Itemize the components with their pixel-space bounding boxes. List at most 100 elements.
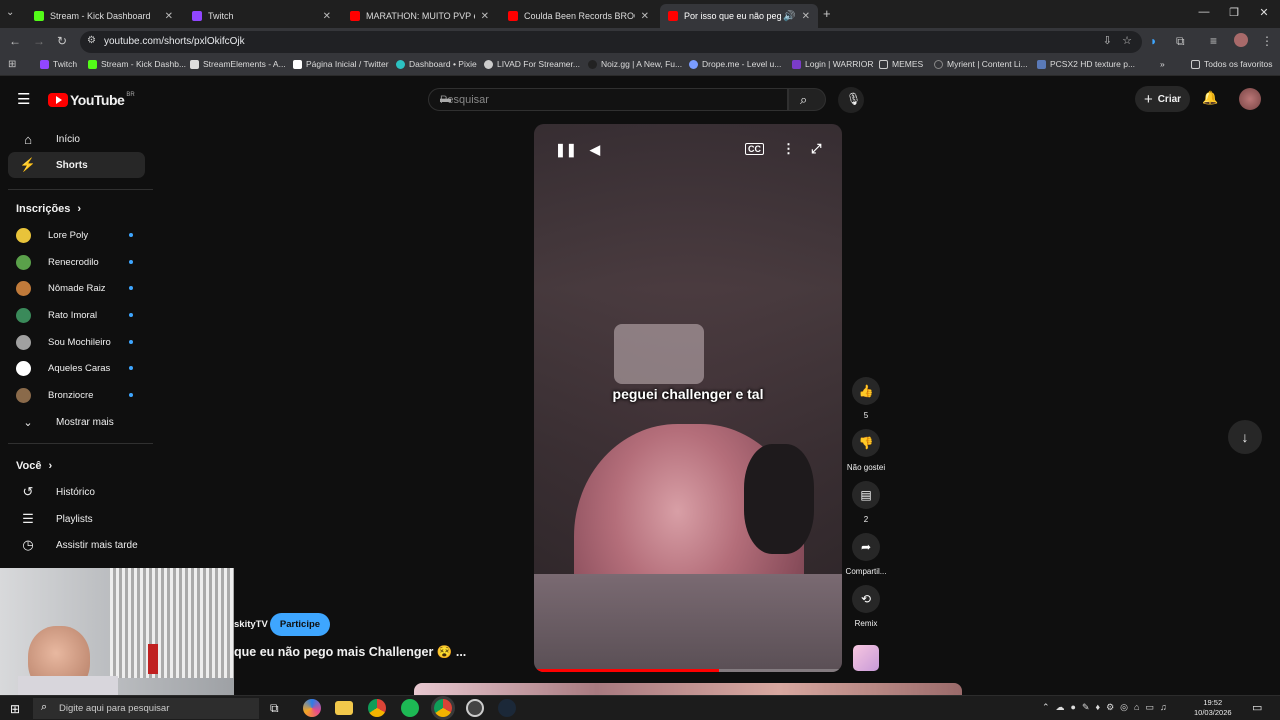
install-icon[interactable]: ⇩ <box>1103 34 1112 47</box>
voice-search-button[interactable]: 🎙 <box>838 87 864 113</box>
bookmark-item[interactable]: Dashboard • Pixie <box>396 59 477 69</box>
subscriptions-heading[interactable]: Inscrições › <box>16 203 81 215</box>
keyboard-icon[interactable]: ▬ <box>440 93 779 105</box>
bookmark-item[interactable]: StreamElements - A... <box>190 59 286 69</box>
profile-avatar[interactable] <box>1234 33 1248 47</box>
bookmark-item[interactable]: LIVAD For Streamer... <box>484 59 580 69</box>
search-input[interactable]: Pesquisar ▬ <box>428 88 788 111</box>
sidebar-item-channel[interactable]: Sou Mochileiro <box>8 329 145 355</box>
comments-button[interactable]: ▤ 2 <box>848 481 884 524</box>
tab-coulda-been[interactable]: Coulda Been Records BROOKLY ✕ <box>500 4 657 28</box>
close-icon[interactable]: ✕ <box>323 11 331 22</box>
short-video-player[interactable]: peguei challenger e tal ❚❚ ◀ CC ⋮ ⤢ <box>534 124 842 672</box>
sidebar-item-channel[interactable]: Bronziocre <box>8 382 145 408</box>
remix-button[interactable]: ⟲ Remix <box>848 585 884 628</box>
sidebar-item-channel[interactable]: Aqueles Caras <box>8 355 145 381</box>
copilot-icon[interactable] <box>303 699 321 717</box>
like-button[interactable]: 👍 5 <box>848 377 884 420</box>
bookmark-item[interactable]: Myrient | Content Li... <box>934 59 1028 69</box>
youtube-logo[interactable]: YouTube BR <box>48 92 135 108</box>
file-explorer-icon[interactable] <box>335 701 353 715</box>
obs-icon[interactable] <box>466 699 484 717</box>
bookmark-item[interactable]: Stream - Kick Dashb... <box>88 59 186 69</box>
dislike-button[interactable]: 👎 Não gostei <box>847 429 885 472</box>
task-view-icon[interactable]: ⧉ <box>270 701 279 716</box>
sound-thumbnail[interactable] <box>853 645 879 671</box>
sidebar-item-history[interactable]: ↺ Histórico <box>8 479 145 505</box>
steam-icon[interactable] <box>498 699 516 717</box>
restore-icon[interactable]: ❐ <box>1219 6 1249 19</box>
new-tab-icon[interactable]: + <box>823 6 831 21</box>
pause-icon[interactable]: ❚❚ <box>555 142 577 158</box>
close-icon[interactable]: ✕ <box>802 11 810 22</box>
bookmark-star-icon[interactable]: ☆ <box>1122 34 1132 47</box>
reload-icon[interactable]: ↻ <box>57 34 67 48</box>
window-close-icon[interactable]: ✕ <box>1249 6 1279 19</box>
video-progress-bar[interactable] <box>534 669 842 672</box>
extensions-puzzle-icon[interactable]: ⧉ <box>1176 34 1185 49</box>
hamburger-menu-icon[interactable]: ☰ <box>17 90 30 108</box>
tab-active-short[interactable]: Por isso que eu não pego m 🔊 ✕ <box>660 4 818 28</box>
sidebar-item-home[interactable]: ⌂ Início <box>8 126 145 152</box>
address-bar[interactable]: ⚙ youtube.com/shorts/pxlOkifcOjk ⇩ ☆ <box>80 31 1142 53</box>
forward-icon[interactable]: → <box>33 34 45 48</box>
system-tray-icons[interactable]: ⌃☁●✎♦⚙◎⌂▭♫ <box>1042 702 1173 713</box>
bookmark-item[interactable]: PCSX2 HD texture p... <box>1037 59 1135 69</box>
create-button[interactable]: + Criar <box>1135 86 1190 112</box>
short-title[interactable]: que eu não pego mais Challenger 😵 ... <box>234 645 466 660</box>
bookmark-item[interactable]: Página Inicial / Twitter <box>293 59 389 69</box>
taskbar-clock[interactable]: 19:52 10/03/2026 <box>1194 698 1232 718</box>
all-bookmarks[interactable]: Todos os favoritos <box>1191 59 1273 69</box>
new-content-dot <box>129 233 133 237</box>
apps-grid-icon[interactable]: ⊞ <box>8 59 16 70</box>
minimize-icon[interactable]: — <box>1189 6 1219 18</box>
menu-dots-icon[interactable]: ⋮ <box>1261 34 1273 48</box>
next-short-arrow-icon[interactable]: ↓ <box>1228 420 1262 454</box>
close-icon[interactable]: ✕ <box>481 11 489 22</box>
audio-icon[interactable]: 🔊 <box>783 11 795 22</box>
show-more-button[interactable]: ⌄ Mostrar mais <box>8 409 145 435</box>
you-heading[interactable]: Você › <box>16 460 52 472</box>
media-icon[interactable]: ≡ <box>1210 34 1217 48</box>
tab-search-icon[interactable]: ⌄ <box>6 7 14 18</box>
close-icon[interactable]: ✕ <box>641 11 649 22</box>
sidebar-item-channel[interactable]: Rato Imoral <box>8 302 145 328</box>
tab-twitch[interactable]: Twitch ✕ <box>184 4 339 28</box>
spotify-icon[interactable] <box>401 699 419 717</box>
more-options-icon[interactable]: ⋮ <box>782 141 795 157</box>
tab-kick[interactable]: Stream - Kick Dashboard ✕ <box>26 4 181 28</box>
bookmark-folder[interactable]: MEMES <box>879 59 923 69</box>
bookmarks-overflow-icon[interactable]: » <box>1160 59 1165 69</box>
taskbar-search-input[interactable]: ⌕ Digite aqui para pesquisar <box>33 698 259 719</box>
next-short-preview[interactable] <box>414 683 962 695</box>
sidebar-item-watch-later[interactable]: ◷ Assistir mais tarde <box>8 532 145 558</box>
extension-icon[interactable]: ◗ <box>1150 34 1157 48</box>
sidebar-item-channel[interactable]: Nômade Raiz <box>8 275 145 301</box>
warrior-icon <box>792 59 801 69</box>
sidebar-item-shorts[interactable]: ⚡ Shorts <box>8 152 145 178</box>
captions-icon[interactable]: CC <box>745 143 764 155</box>
tab-marathon[interactable]: MARATHON: MUITO PVP e EVE ✕ <box>342 4 497 28</box>
search-button[interactable]: ⌕ <box>788 88 826 111</box>
sidebar-item-channel[interactable]: Lore Poly <box>8 222 145 248</box>
bookmark-item[interactable]: Noiz.gg | A New, Fu... <box>588 59 682 69</box>
site-info-icon[interactable]: ⚙ <box>87 35 96 46</box>
close-icon[interactable]: ✕ <box>165 11 173 22</box>
back-icon[interactable]: ← <box>9 34 21 48</box>
join-button[interactable]: Participe <box>270 613 330 636</box>
bookmark-item[interactable]: Drope.me - Level u... <box>689 59 781 69</box>
sidebar-item-channel[interactable]: Renecrodilo <box>8 249 145 275</box>
fullscreen-icon[interactable]: ⤢ <box>811 141 821 157</box>
sidebar-item-playlists[interactable]: ☰ Playlists <box>8 506 145 532</box>
notifications-icon[interactable]: ▭ <box>1252 701 1262 714</box>
bookmark-item[interactable]: Login | WARRIOR <box>792 59 874 69</box>
windows-start-icon[interactable]: ⊞ <box>10 702 20 716</box>
account-avatar[interactable] <box>1239 88 1261 110</box>
volume-icon[interactable]: ◀ <box>590 142 600 158</box>
chrome-icon[interactable] <box>368 699 386 717</box>
chrome-active-icon[interactable] <box>434 699 452 717</box>
share-button[interactable]: ➦ Compartil... <box>846 533 886 576</box>
notifications-bell-icon[interactable]: 🔔 <box>1202 90 1218 106</box>
bookmark-item[interactable]: Twitch <box>40 59 77 69</box>
channel-name[interactable]: skityTV <box>234 619 268 630</box>
